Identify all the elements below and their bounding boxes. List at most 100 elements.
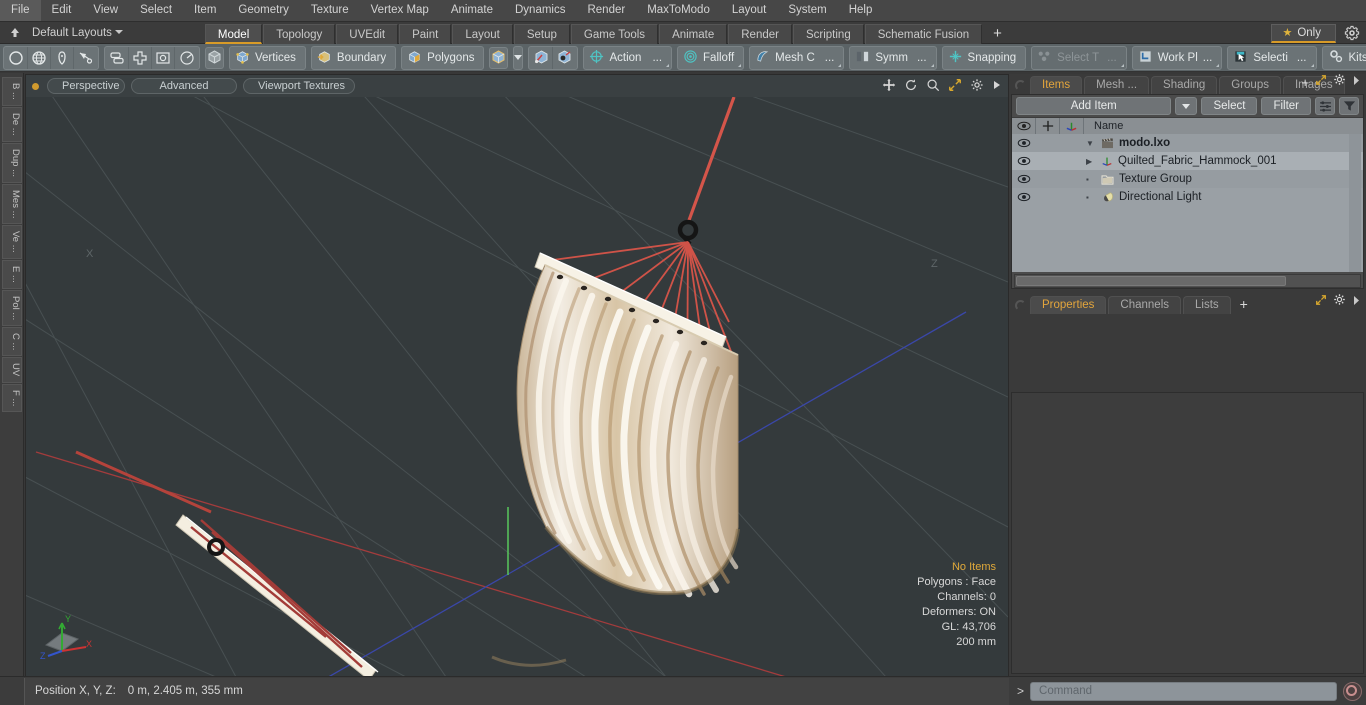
item-mode-dropdown[interactable] <box>513 45 524 70</box>
circle-icon[interactable] <box>5 46 28 69</box>
gear-icon[interactable] <box>1333 293 1346 311</box>
record-icon[interactable] <box>1343 681 1362 701</box>
layout-tab-uvedit[interactable]: UVEdit <box>336 23 399 44</box>
gear-icon[interactable] <box>1333 73 1346 91</box>
tab-items[interactable]: Items <box>1030 76 1083 94</box>
left-tool-tab-0[interactable]: B ... <box>2 77 22 106</box>
tab-mesh[interactable]: Mesh ... <box>1084 76 1150 94</box>
filter-button[interactable]: Filter <box>1261 97 1311 115</box>
layout-tab-setup[interactable]: Setup <box>513 23 570 44</box>
kits-control[interactable]: Kits <box>1321 45 1366 70</box>
left-tool-tab-5[interactable]: E ... <box>2 259 22 289</box>
item-name-cell[interactable]: ▪ Texture Group <box>1084 173 1363 185</box>
expand-icon[interactable] <box>1315 293 1327 311</box>
scroll-thumb[interactable] <box>1016 276 1286 286</box>
menu-item-help[interactable]: Help <box>838 0 884 21</box>
left-tool-tab-3[interactable]: Mes ... <box>2 183 22 225</box>
more-icon[interactable] <box>1352 293 1361 311</box>
viewport-shading-selector[interactable]: Advanced <box>131 78 237 94</box>
radial-icon[interactable] <box>175 47 198 69</box>
menu-item-texture[interactable]: Texture <box>300 0 360 21</box>
panel-knob-icon[interactable] <box>1015 80 1026 91</box>
item-name-cell[interactable]: ▼ modo.lxo <box>1084 137 1363 149</box>
items-list-row[interactable]: ▪ Texture Group <box>1012 170 1363 188</box>
layout-tab-animate[interactable]: Animate <box>659 23 728 44</box>
viewport-textures-selector[interactable]: Viewport Textures <box>243 78 355 94</box>
items-list-row[interactable]: ▪ Directional Light <box>1012 188 1363 206</box>
cube-icon[interactable] <box>205 46 224 69</box>
menu-item-maxtomodo[interactable]: MaxToModo <box>636 0 721 21</box>
eye-icon[interactable] <box>1012 174 1036 184</box>
action-center-control[interactable]: Action ... <box>583 45 673 70</box>
left-tool-tab-7[interactable]: C ... <box>2 326 22 357</box>
left-tool-tab-9[interactable]: F ... <box>2 383 22 412</box>
layout-tab-scripting[interactable]: Scripting <box>792 23 864 44</box>
left-tool-tab-6[interactable]: Pol ... <box>2 289 22 326</box>
rotate-icon[interactable] <box>904 78 918 92</box>
command-input[interactable] <box>1030 681 1337 701</box>
left-tool-tab-1[interactable]: De ... <box>2 106 22 142</box>
left-tool-tab-2[interactable]: Dup ... <box>2 142 22 183</box>
add-item-dropdown[interactable] <box>1175 97 1198 115</box>
menu-item-select[interactable]: Select <box>129 0 183 21</box>
items-list-row[interactable]: ▶ Quilted_Fabric_Hammock_001 <box>1012 152 1363 170</box>
falloff-control[interactable]: Falloff <box>677 45 745 70</box>
tab-groups[interactable]: Groups <box>1219 76 1281 94</box>
layout-selector[interactable]: Default Layouts <box>26 27 131 39</box>
more-icon[interactable] <box>1352 73 1361 91</box>
add-item-button[interactable]: Add Item <box>1016 97 1172 115</box>
menu-item-layout[interactable]: Layout <box>721 0 778 21</box>
item-name-cell[interactable]: ▪ Directional Light <box>1084 191 1363 203</box>
item-name-cell[interactable]: ▶ Quilted_Fabric_Hammock_001 <box>1084 155 1363 167</box>
expand-icon[interactable] <box>1315 73 1327 91</box>
menu-item-file[interactable]: File <box>0 0 41 21</box>
globe-icon[interactable] <box>28 46 51 69</box>
eye-icon[interactable] <box>1012 138 1036 148</box>
home-icon[interactable] <box>4 23 26 43</box>
array-icon[interactable] <box>129 46 152 69</box>
selection-set-control[interactable]: Selecti ... <box>1227 45 1317 70</box>
left-tool-tab-8[interactable]: UV <box>2 357 22 383</box>
properties-content[interactable] <box>1011 392 1364 674</box>
pan-icon[interactable] <box>882 78 896 92</box>
snap-center-icon[interactable] <box>553 47 576 69</box>
layout-tab-render[interactable]: Render <box>728 23 792 44</box>
menu-item-geometry[interactable]: Geometry <box>227 0 300 21</box>
disclosure-collapsed-icon[interactable]: ▶ <box>1086 157 1096 166</box>
snap-vertex-icon[interactable] <box>530 46 554 69</box>
items-list-body[interactable]: ▼ modo.lxo ▶ Quilted_Fabric_Hammock_001 ▪ Tex… <box>1012 134 1363 272</box>
eye-icon[interactable] <box>1012 192 1036 202</box>
pen-icon[interactable] <box>51 46 74 69</box>
menu-item-dynamics[interactable]: Dynamics <box>504 0 576 21</box>
menu-item-view[interactable]: View <box>82 0 129 21</box>
frame-icon[interactable] <box>152 46 175 69</box>
items-list-hscrollbar[interactable] <box>1014 274 1361 288</box>
fit-icon[interactable] <box>948 78 962 92</box>
select-button[interactable]: Select <box>1201 97 1258 115</box>
snapping-control[interactable]: Snapping <box>941 45 1027 70</box>
only-toggle-button[interactable]: ★ Only <box>1271 24 1336 43</box>
viewport-3d[interactable]: Perspective Advanced Viewport Textures X… <box>25 74 1009 677</box>
funnel-icon[interactable] <box>1339 97 1359 115</box>
panel-knob-icon[interactable] <box>1015 300 1026 311</box>
tab-lists[interactable]: Lists <box>1183 296 1231 314</box>
add-properties-tab-button[interactable]: + <box>1233 296 1255 314</box>
symmetry-control[interactable]: Symm ... <box>849 45 937 70</box>
viewport-canvas[interactable]: X Z <box>26 97 1008 676</box>
menu-item-render[interactable]: Render <box>576 0 636 21</box>
layout-tab-layout[interactable]: Layout <box>452 23 513 44</box>
gear-icon[interactable] <box>1344 25 1360 41</box>
mesh-constraint-control[interactable]: Mesh C ... <box>749 45 845 70</box>
menu-item-item[interactable]: Item <box>183 0 227 21</box>
add-tab-icon[interactable]: + <box>1301 75 1309 90</box>
viewport-more-icon[interactable] <box>992 79 1002 91</box>
disclosure-expanded-icon[interactable]: ▼ <box>1086 139 1096 148</box>
layout-tab-schematic-fusion[interactable]: Schematic Fusion <box>864 23 983 44</box>
add-layout-tab-button[interactable]: + <box>983 24 1012 44</box>
menu-item-animate[interactable]: Animate <box>440 0 504 21</box>
viewport-gear-icon[interactable] <box>970 78 984 92</box>
left-tool-tab-4[interactable]: Ve ... <box>2 225 22 259</box>
list-options-icon[interactable] <box>1315 97 1335 115</box>
items-list-vscrollbar[interactable] <box>1349 134 1361 272</box>
eye-icon[interactable] <box>1012 156 1036 166</box>
